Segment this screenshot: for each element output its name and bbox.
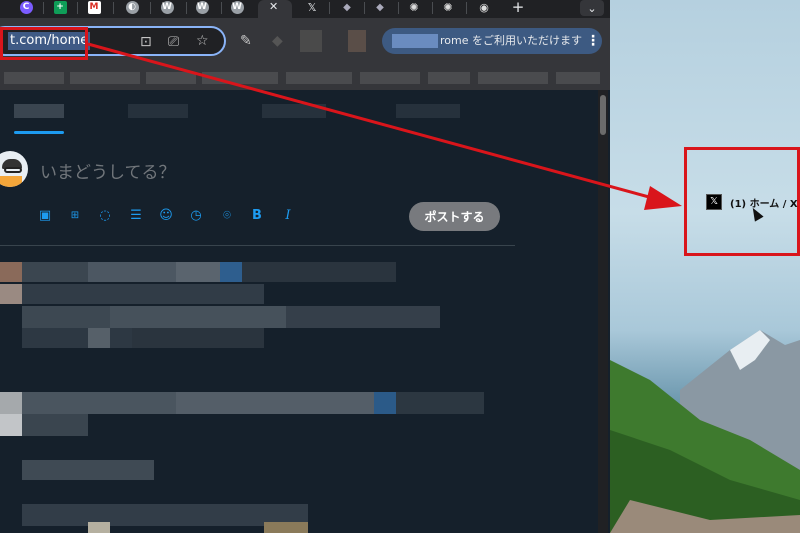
annotation-arrow [87,42,682,210]
x-icon: 𝕏 [706,194,722,210]
dragged-tab-title: (1) ホーム / X [730,198,798,210]
